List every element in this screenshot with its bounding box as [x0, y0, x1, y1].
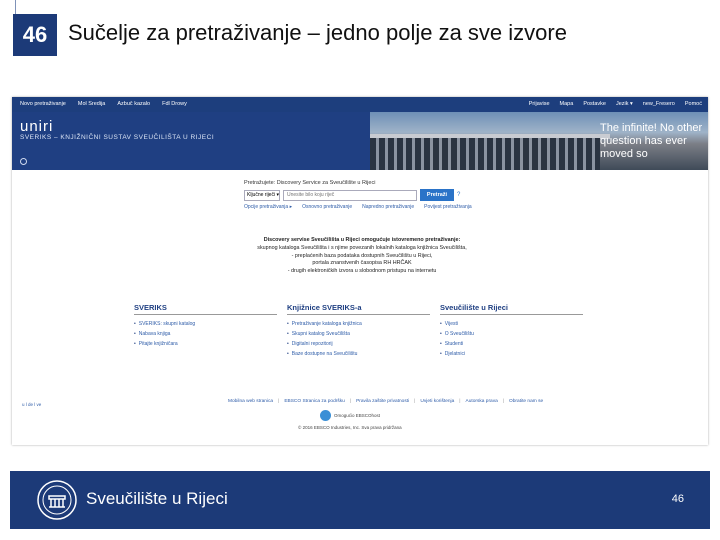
uniri-logo: uniri [20, 118, 54, 135]
search-options-link[interactable]: Opcije pretraživanja ▸ [244, 204, 292, 210]
search-field-select[interactable]: Ključne riječi ▾ [244, 189, 280, 201]
nav-item-new-search[interactable]: Novo pretraživanje [20, 101, 66, 107]
top-navigation-bar: Novo pretraživanje Mol Sredija Azbuč kaz… [12, 97, 708, 112]
info-line: portala znanstvenih časopisa RH HRČAK [312, 260, 412, 267]
column-sveriks: SVERIKS • SVERIKS: skupni katalog • Nabava… [134, 303, 277, 359]
list-item[interactable]: • Pitajte knjižničara [134, 339, 277, 349]
site-banner: uniri SVERIKS – KNJIŽNIČNI SUSTAV SVEUČI… [12, 112, 708, 170]
list-item[interactable]: • Digitalni repozitorij [287, 339, 430, 349]
search-scope-label: Pretražujete: Discovery Service za Sveuč… [244, 180, 376, 186]
help-icon[interactable]: ? [457, 192, 460, 198]
list-item[interactable]: • O Sveučilištu [440, 329, 583, 339]
footer-link[interactable]: Pravila zaštite privatnosti [356, 399, 409, 404]
nav-item-2[interactable]: Mol Sredija [78, 101, 106, 107]
column-title: Sveučilište u Rijeci [440, 303, 583, 315]
nav-item-az-index[interactable]: Azbuč kazalo [117, 101, 150, 107]
slide-number-badge: 46 [13, 14, 57, 56]
info-heading: Discovery servise Sveučilišta u Rijeci o… [263, 237, 461, 243]
search-button[interactable]: Pretraži [420, 189, 454, 201]
column-title: SVERIKS [134, 303, 277, 315]
banner-subtitle: SVERIKS – KNJIŽNIČNI SUSTAV SVEUČILIŠTA … [20, 134, 215, 141]
info-text: Discovery servise Sveučilišta u Rijeci o… [212, 237, 512, 276]
page-number: 46 [671, 493, 684, 505]
nav-item-language[interactable]: Jezik ▾ [616, 101, 633, 107]
list-item[interactable]: • Vijesti [440, 319, 583, 329]
copyright-text: © 2016 EBSCO Industries, Inc. Sva prava … [298, 425, 402, 430]
info-line: skupnog kataloga Sveučilišta i s njime p… [257, 244, 467, 251]
nav-item-user[interactable]: new_Fresero [643, 101, 675, 107]
link-columns: SVERIKS • SVERIKS: skupni katalog • Nabava… [134, 303, 594, 359]
footer-link[interactable]: Mobilna web stranica [228, 399, 273, 404]
basic-search-link[interactable]: Osnovno pretraživanje [302, 204, 352, 210]
list-item[interactable]: • SVERIKS: skupni katalog [134, 319, 277, 329]
footer-link[interactable]: Uvjeti korištenja [420, 399, 454, 404]
footer-link[interactable]: Autorska prava [466, 399, 498, 404]
column-libraries: Knjižnice SVERIKS-a • Pretraživanje katal… [287, 303, 430, 359]
list-item[interactable]: • Skupni katalog Sveučilišta [287, 329, 430, 339]
list-item[interactable]: • Baze dostupne na Sveučilištu [287, 349, 430, 359]
university-seal-icon [20, 158, 27, 165]
search-input[interactable] [283, 189, 417, 201]
university-seal-icon [37, 480, 77, 520]
column-title: Knjižnice SVERIKS-a [287, 303, 430, 315]
footer-left-text: u l de l ve [22, 402, 42, 407]
nav-item-4[interactable]: Fdl Drowy [162, 101, 187, 107]
footer-link[interactable]: Obratite nam se [509, 399, 543, 404]
search-history-link[interactable]: Povijest pretraživanja [424, 204, 472, 210]
banner-quote: The infinite! No other question has ever… [600, 122, 703, 160]
university-name: Sveučilište u Rijeci [86, 489, 228, 508]
nav-item-sign-in[interactable]: Prijavise [529, 101, 550, 107]
banner-photo: The infinite! No other question has ever… [370, 112, 708, 170]
ebsco-logo-icon [320, 410, 331, 421]
footer-link[interactable]: EBSCO Stranica za podršku [284, 399, 345, 404]
search-panel: Pretražujete: Discovery Service za Sveuč… [244, 180, 504, 210]
nav-item-preferences[interactable]: Postavke [583, 101, 606, 107]
list-item[interactable]: • Djelatnici [440, 349, 583, 359]
footer-links: Mobilna web stranica | EBSCO Stranica za … [228, 399, 544, 404]
nav-item-help[interactable]: Pomoć [685, 101, 702, 107]
advanced-search-link[interactable]: Napredno pretraživanje [362, 204, 414, 210]
slide-footer-bar: Sveučilište u Rijeci 46 [10, 471, 710, 529]
list-item[interactable]: • Pretraživanje kataloga knjižnica [287, 319, 430, 329]
list-item[interactable]: • Studenti [440, 339, 583, 349]
list-item[interactable]: • Nabava knjiga [134, 329, 277, 339]
powered-by-text: Omogućio EBSCOhost [334, 413, 381, 418]
column-university: Sveučilište u Rijeci • Vijesti • O Sveučil… [440, 303, 583, 359]
slide-title: Sučelje za pretraživanje – jedno polje z… [68, 20, 567, 45]
info-line: - drugih elektroničkih izvora u slobodno… [287, 268, 437, 275]
discovery-screenshot: Novo pretraživanje Mol Sredija Azbuč kaz… [12, 97, 708, 445]
nav-item-folder[interactable]: Mapa [560, 101, 574, 107]
